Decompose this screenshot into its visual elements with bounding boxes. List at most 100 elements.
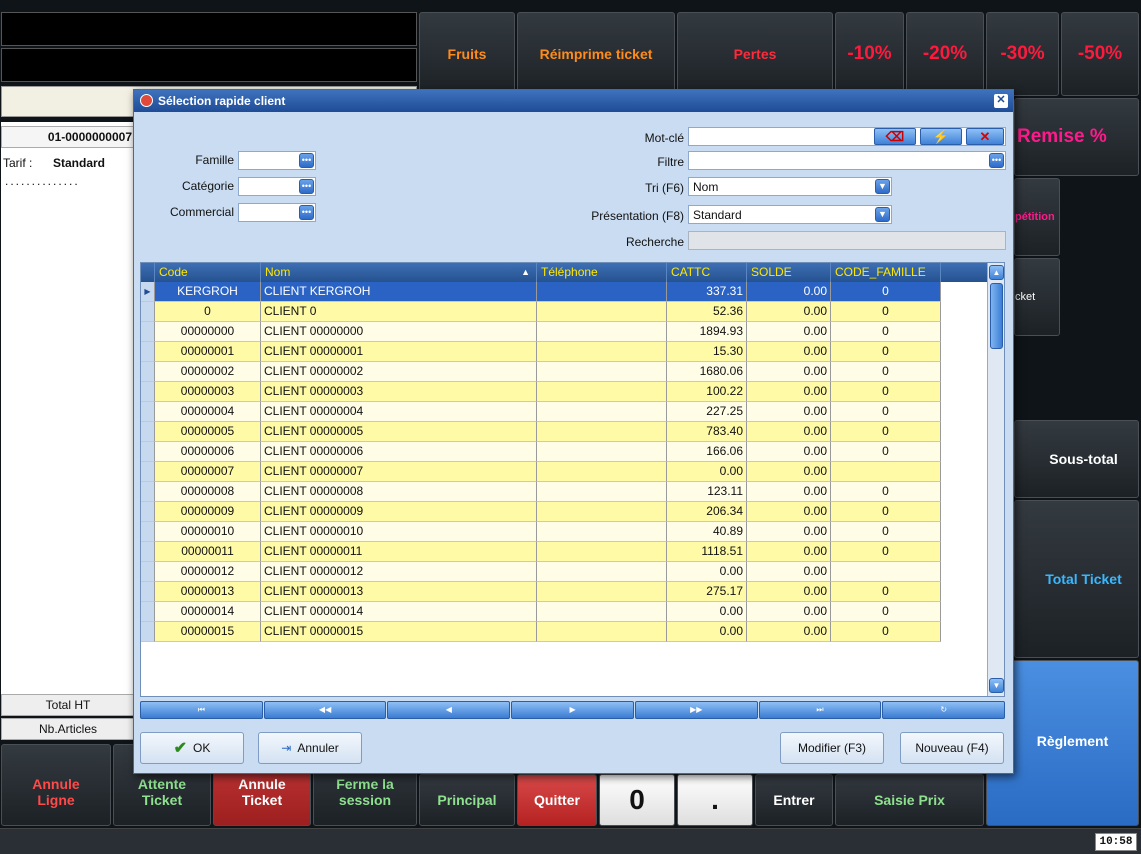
cell-fam: 0 bbox=[831, 442, 941, 462]
cell-tel bbox=[537, 562, 667, 582]
cell-nom: CLIENT 00000012 bbox=[261, 562, 537, 582]
saisie-prix-button[interactable]: Saisie Prix bbox=[835, 774, 984, 826]
nav-next-icon[interactable]: ▶ bbox=[511, 701, 634, 719]
row-indicator bbox=[141, 402, 155, 422]
digit-0-button[interactable]: 0 bbox=[599, 774, 675, 826]
nav-last-icon[interactable]: ⏭ bbox=[758, 701, 882, 719]
cell-tel bbox=[537, 342, 667, 362]
table-row[interactable]: 00000011 CLIENT 00000011 1118.51 0.00 0 bbox=[141, 542, 947, 562]
header-code[interactable]: Code bbox=[155, 263, 261, 282]
remise-percent-button[interactable]: Remise % bbox=[1014, 98, 1139, 176]
table-row[interactable]: 00000003 CLIENT 00000003 100.22 0.00 0 bbox=[141, 382, 947, 402]
table-row[interactable]: 00000007 CLIENT 00000007 0.00 0.00 bbox=[141, 462, 947, 482]
header-cattc[interactable]: CATTC bbox=[667, 263, 747, 282]
nav-prev-page-icon[interactable]: ◀◀ bbox=[263, 701, 387, 719]
entrer-button[interactable]: Entrer bbox=[755, 774, 833, 826]
table-row[interactable]: 0 CLIENT 0 52.36 0.00 0 bbox=[141, 302, 947, 322]
cell-solde: 0.00 bbox=[747, 602, 831, 622]
categorie-lookup-icon[interactable]: ••• bbox=[299, 179, 314, 194]
total-ticket-button[interactable]: Total Ticket bbox=[1014, 500, 1139, 658]
header-indicator bbox=[141, 263, 155, 282]
erase-icon[interactable]: ⌫ bbox=[874, 128, 916, 145]
table-row[interactable]: 00000004 CLIENT 00000004 227.25 0.00 0 bbox=[141, 402, 947, 422]
row-indicator bbox=[141, 622, 155, 642]
presentation-select[interactable]: Standard bbox=[688, 205, 892, 224]
cell-solde: 0.00 bbox=[747, 302, 831, 322]
famille-lookup-icon[interactable]: ••• bbox=[299, 153, 314, 168]
cell-code: 00000004 bbox=[155, 402, 261, 422]
tri-select[interactable]: Nom bbox=[688, 177, 892, 196]
table-row[interactable]: 00000009 CLIENT 00000009 206.34 0.00 0 bbox=[141, 502, 947, 522]
scroll-down-icon[interactable]: ▼ bbox=[989, 678, 1004, 693]
cell-fam: 0 bbox=[831, 342, 941, 362]
table-row[interactable]: 00000013 CLIENT 00000013 275.17 0.00 0 bbox=[141, 582, 947, 602]
pertes-button[interactable]: Pertes bbox=[677, 12, 833, 96]
cell-code: 00000009 bbox=[155, 502, 261, 522]
sous-total-button[interactable]: Sous-total bbox=[1014, 420, 1139, 498]
cell-nom: CLIENT 00000011 bbox=[261, 542, 537, 562]
cell-cattc: 15.30 bbox=[667, 342, 747, 362]
close-icon[interactable]: ✕ bbox=[994, 94, 1008, 108]
table-row[interactable]: 00000006 CLIENT 00000006 166.06 0.00 0 bbox=[141, 442, 947, 462]
decimal-point-button[interactable]: . bbox=[677, 774, 753, 826]
table-row[interactable]: 00000008 CLIENT 00000008 123.11 0.00 0 bbox=[141, 482, 947, 502]
nav-refresh-icon[interactable]: ↻ bbox=[882, 701, 1006, 719]
table-row[interactable]: 00000012 CLIENT 00000012 0.00 0.00 bbox=[141, 562, 947, 582]
clear-icon[interactable]: ✕ bbox=[966, 128, 1004, 145]
cell-nom: CLIENT 00000010 bbox=[261, 522, 537, 542]
nav-next-page-icon[interactable]: ▶▶ bbox=[634, 701, 758, 719]
discount-30-button[interactable]: -30% bbox=[986, 12, 1059, 96]
cell-cattc: 100.22 bbox=[667, 382, 747, 402]
nav-prev-icon[interactable]: ◀ bbox=[387, 701, 511, 719]
cell-cattc: 40.89 bbox=[667, 522, 747, 542]
grid-navigator: ⏮ ◀◀ ◀ ▶ ▶▶ ⏭ ↻ bbox=[140, 701, 1006, 719]
table-row[interactable]: 00000015 CLIENT 00000015 0.00 0.00 0 bbox=[141, 622, 947, 642]
ok-button[interactable]: ✔ OK bbox=[140, 732, 244, 764]
modifier-button[interactable]: Modifier (F3) bbox=[780, 732, 884, 764]
tri-chevron-down-icon[interactable]: ▼ bbox=[875, 179, 890, 194]
header-nom[interactable]: Nom ▲ bbox=[261, 263, 537, 282]
table-row[interactable]: 00000005 CLIENT 00000005 783.40 0.00 0 bbox=[141, 422, 947, 442]
presentation-chevron-down-icon[interactable]: ▼ bbox=[875, 207, 890, 222]
header-telephone[interactable]: Téléphone bbox=[537, 263, 667, 282]
header-solde[interactable]: SOLDE bbox=[747, 263, 831, 282]
table-row[interactable]: 00000010 CLIENT 00000010 40.89 0.00 0 bbox=[141, 522, 947, 542]
principal-button[interactable]: Principal bbox=[419, 774, 515, 826]
reimprime-ticket-button[interactable]: Réimprime ticket bbox=[517, 12, 675, 96]
filtre-lookup-icon[interactable]: ••• bbox=[989, 153, 1004, 168]
table-row[interactable]: 00000000 CLIENT 00000000 1894.93 0.00 0 bbox=[141, 322, 947, 342]
commercial-lookup-icon[interactable]: ••• bbox=[299, 205, 314, 220]
discount-20-button[interactable]: -20% bbox=[906, 12, 984, 96]
annuler-button[interactable]: ⇥ Annuler bbox=[258, 732, 362, 764]
quitter-button[interactable]: Quitter bbox=[517, 774, 597, 826]
table-row[interactable]: 00000001 CLIENT 00000001 15.30 0.00 0 bbox=[141, 342, 947, 362]
fruits-button[interactable]: Fruits bbox=[419, 12, 515, 96]
table-row[interactable]: ▶ KERGROH CLIENT KERGROH 337.31 0.00 0 bbox=[141, 282, 947, 302]
cell-fam: 0 bbox=[831, 482, 941, 502]
scroll-thumb[interactable] bbox=[990, 283, 1003, 349]
cell-code: 00000008 bbox=[155, 482, 261, 502]
table-row[interactable]: 00000002 CLIENT 00000002 1680.06 0.00 0 bbox=[141, 362, 947, 382]
cell-nom: CLIENT 00000009 bbox=[261, 502, 537, 522]
cell-cattc: 166.06 bbox=[667, 442, 747, 462]
clients-grid[interactable]: Code Nom ▲ Téléphone CATTC SOLDE CODE_FAM… bbox=[140, 262, 1005, 697]
nouveau-button[interactable]: Nouveau (F4) bbox=[900, 732, 1004, 764]
table-row[interactable]: 00000014 CLIENT 00000014 0.00 0.00 0 bbox=[141, 602, 947, 622]
cell-fam: 0 bbox=[831, 422, 941, 442]
scroll-up-icon[interactable]: ▲ bbox=[989, 265, 1004, 280]
vertical-scrollbar[interactable]: ▲ ▼ bbox=[987, 263, 1004, 696]
cell-fam: 0 bbox=[831, 402, 941, 422]
annule-ligne-button[interactable]: Annule Ligne bbox=[1, 744, 111, 826]
row-indicator bbox=[141, 502, 155, 522]
discount-10-button[interactable]: -10% bbox=[835, 12, 904, 96]
header-code-famille[interactable]: CODE_FAMILLE bbox=[831, 263, 941, 282]
nav-first-icon[interactable]: ⏮ bbox=[140, 701, 263, 719]
ticket-button[interactable]: cket bbox=[1014, 258, 1060, 336]
discount-50-button[interactable]: -50% bbox=[1061, 12, 1139, 96]
lightning-icon[interactable]: ⚡ bbox=[920, 128, 962, 145]
row-indicator bbox=[141, 302, 155, 322]
tarif-value: Standard bbox=[53, 156, 106, 170]
cell-code: 00000002 bbox=[155, 362, 261, 382]
filtre-field[interactable] bbox=[688, 151, 1006, 170]
repetition-button[interactable]: pétition bbox=[1014, 178, 1060, 256]
